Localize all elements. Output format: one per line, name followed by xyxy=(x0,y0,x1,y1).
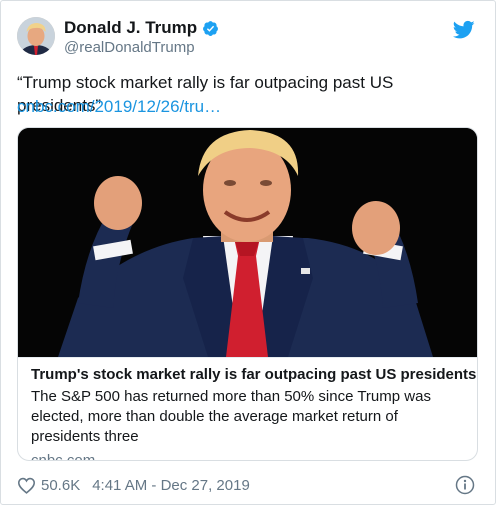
tweet-link[interactable]: cnbc.com/2019/12/26/tru… xyxy=(17,95,221,118)
card-title[interactable]: Trump's stock market rally is far outpac… xyxy=(31,365,476,385)
display-name-row: Donald J. Trump xyxy=(64,18,219,38)
like-count[interactable]: 50.6K xyxy=(41,477,80,494)
card-description: The S&P 500 has returned more than 50% s… xyxy=(31,388,431,445)
info-icon[interactable] xyxy=(455,475,475,495)
link-preview-card[interactable]: Trump's stock market rally is far outpac… xyxy=(17,127,478,461)
display-name[interactable]: Donald J. Trump xyxy=(64,18,197,38)
twitter-bird-icon[interactable] xyxy=(452,20,475,40)
heart-icon[interactable] xyxy=(17,477,36,494)
tweet-timestamp[interactable]: 4:41 AM - Dec 27, 2019 xyxy=(92,477,250,494)
avatar[interactable] xyxy=(17,17,55,55)
tweet-footer: 50.6K 4:41 AM - Dec 27, 2019 xyxy=(17,477,250,494)
card-image xyxy=(18,128,477,357)
card-body: Trump's stock market rally is far outpac… xyxy=(18,357,477,460)
user-handle[interactable]: @realDonaldTrump xyxy=(64,39,195,56)
verified-badge-icon xyxy=(202,20,219,37)
tweet-embed: Donald J. Trump @realDonaldTrump “Trump … xyxy=(0,0,496,505)
card-domain: cnbc.com xyxy=(31,452,96,461)
